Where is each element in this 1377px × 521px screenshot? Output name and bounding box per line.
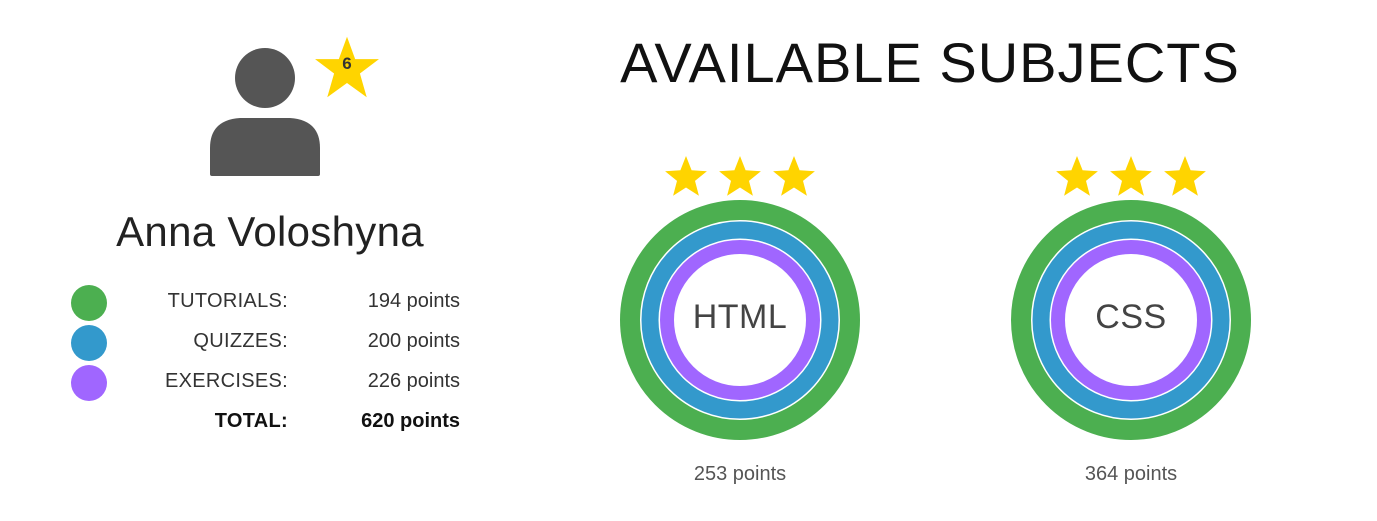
subjects-title: AVAILABLE SUBJECTS: [620, 31, 1240, 94]
stat-row-quizzes: QUIZZES: 200 points: [68, 322, 488, 362]
tutorials-dot: [71, 285, 107, 321]
level-badge: 6: [342, 54, 352, 73]
rating-stars: [1056, 156, 1206, 196]
points-summary: TUTORIALS: 194 points QUIZZES: 200 point…: [68, 282, 488, 442]
user-profile: 6 Anna Voloshyna TUTORIALS: 194 points Q…: [0, 0, 560, 521]
stat-label: TOTAL:: [214, 410, 288, 432]
star-icon: [719, 156, 761, 196]
star-icon: [665, 156, 707, 196]
stat-row-total: TOTAL: 620 points: [68, 402, 488, 442]
rating-stars: [665, 156, 815, 196]
progress-page: 6 Anna Voloshyna TUTORIALS: 194 points Q…: [0, 0, 1377, 521]
stat-value: 200 points: [367, 330, 460, 352]
star-icon: [773, 156, 815, 196]
quizzes-dot: [71, 325, 107, 361]
subject-points: 253 points: [693, 463, 787, 485]
subject-name: HTML: [692, 298, 788, 336]
star-icon: [1110, 156, 1152, 196]
user-name: Anna Voloshyna: [116, 208, 424, 255]
stat-label: QUIZZES:: [193, 330, 288, 352]
subject-card-css[interactable]: CSS 364 points: [1011, 150, 1251, 500]
stat-value: 620 points: [361, 410, 460, 432]
stat-label: TUTORIALS:: [167, 290, 288, 312]
star-icon: [1056, 156, 1098, 196]
stat-row-exercises: EXERCISES: 226 points: [68, 362, 488, 402]
user-silhouette-icon: [210, 48, 320, 176]
stat-value: 194 points: [367, 290, 460, 312]
star-icon: [1164, 156, 1206, 196]
exercises-dot: [71, 365, 107, 401]
subject-points: 364 points: [1084, 463, 1178, 485]
stat-row-tutorials: TUTORIALS: 194 points: [68, 282, 488, 322]
subject-card-html[interactable]: HTML 253 points: [620, 150, 860, 500]
stat-value: 226 points: [367, 370, 460, 392]
stat-label: EXERCISES:: [164, 370, 288, 392]
subject-name: CSS: [1095, 298, 1167, 336]
